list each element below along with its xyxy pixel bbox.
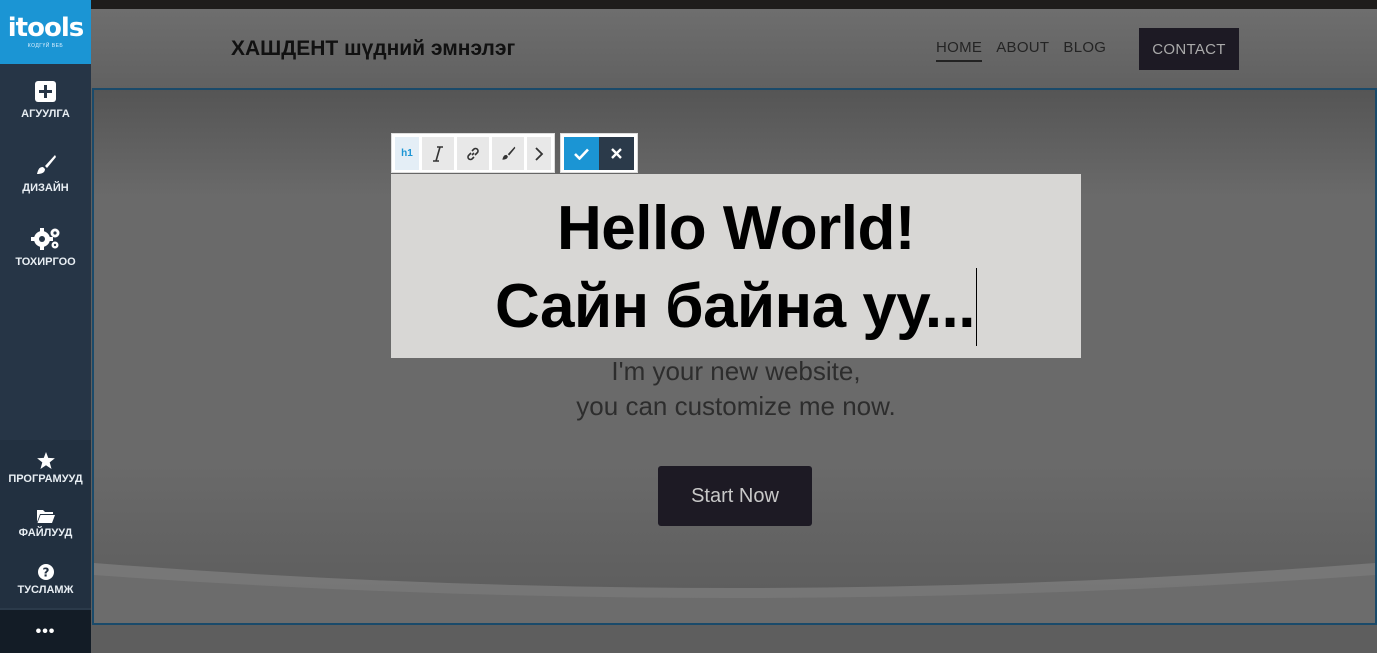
site-title[interactable]: ХАШДЕНТ шүдний эмнэлэг [231, 37, 515, 61]
sidebar-item-label: ТОХИРГОО [15, 255, 76, 268]
edit-confirm-toolbar [560, 133, 638, 173]
confirm-button[interactable] [564, 137, 599, 170]
sidebar-item-content[interactable]: АГУУЛГА [0, 64, 91, 137]
sidebar-spacer [0, 283, 91, 440]
sidebar-item-label: АГУУЛГА [21, 108, 70, 120]
heading-line-2: Сайн байна уу... [494, 272, 976, 341]
sidebar-item-label: ФАЙЛУУД [18, 527, 73, 539]
start-now-button[interactable]: Start Now [658, 466, 812, 526]
brush-icon [36, 154, 56, 174]
brush-icon [501, 146, 515, 160]
star-icon [36, 451, 55, 469]
link-button[interactable] [457, 137, 489, 170]
sidebar: itools КОДГҮЙ ВЕБ АГУУЛГА ДИЗАЙН ТОХИРГО… [0, 0, 91, 653]
nav-blog[interactable]: BLOG [1063, 39, 1106, 62]
hero-curve [94, 563, 1375, 623]
sidebar-item-settings[interactable]: ТОХИРГОО [0, 210, 91, 283]
sidebar-bottom-menu: ПРОГРАМУУД ФАЙЛУУД ? ТУСЛАМЖ [0, 440, 91, 608]
subtitle-line-1: I'm your new website, [611, 356, 861, 386]
nav-about[interactable]: ABOUT [996, 39, 1049, 62]
logo[interactable]: itools КОДГҮЙ ВЕБ [0, 0, 91, 64]
folder-icon [36, 510, 55, 523]
subtitle-line-2: you can customize me now. [576, 391, 896, 421]
contact-button[interactable]: CONTACT [1139, 28, 1239, 70]
sidebar-item-help[interactable]: ? ТУСЛАМЖ [0, 552, 91, 608]
sidebar-item-label: ПРОГРАМУУД [8, 472, 83, 485]
top-strip [91, 0, 1377, 9]
more-menu-button[interactable]: ••• [0, 610, 91, 653]
plus-square-icon [35, 81, 56, 102]
svg-text:?: ? [42, 566, 49, 580]
sidebar-top-menu: АГУУЛГА ДИЗАЙН ТОХИРГОО [0, 64, 91, 440]
chevron-right-icon [534, 146, 543, 161]
sidebar-item-design[interactable]: ДИЗАЙН [0, 137, 91, 210]
link-icon [467, 147, 479, 160]
close-icon [611, 148, 622, 159]
sidebar-item-files[interactable]: ФАЙЛУУД [0, 496, 91, 552]
text-format-toolbar: h1 [391, 133, 555, 173]
sidebar-item-label: ТУСЛАМЖ [17, 584, 74, 596]
editable-heading[interactable]: Hello World! Сайн байна уу... [391, 174, 1081, 358]
italic-button[interactable] [422, 137, 454, 170]
site-header: ХАШДЕНТ шүдний эмнэлэг HOME ABOUT BLOG C… [91, 9, 1377, 88]
heading-line-1: Hello World! [557, 194, 915, 263]
next-section [92, 625, 1377, 653]
italic-icon [433, 145, 443, 162]
cancel-button[interactable] [599, 137, 634, 170]
text-caret [976, 268, 978, 346]
check-icon [574, 148, 589, 160]
sidebar-item-label: ДИЗАЙН [22, 181, 69, 194]
more-options-button[interactable] [527, 137, 551, 170]
sidebar-item-apps[interactable]: ПРОГРАМУУД [0, 440, 91, 496]
heading-style-button[interactable]: h1 [395, 137, 419, 170]
site-nav: HOME ABOUT BLOG [936, 39, 1106, 62]
logo-subtext: КОДГҮЙ ВЕБ [27, 43, 64, 49]
color-brush-button[interactable] [492, 137, 524, 170]
heading-line-2-wrap: Сайн байна уу... [391, 268, 1081, 346]
gears-icon [30, 227, 59, 250]
nav-home[interactable]: HOME [936, 39, 983, 62]
logo-text: itools [7, 13, 84, 43]
help-icon: ? [37, 564, 54, 580]
hero-subtitle[interactable]: I'm your new website, you can customize … [391, 354, 1081, 424]
